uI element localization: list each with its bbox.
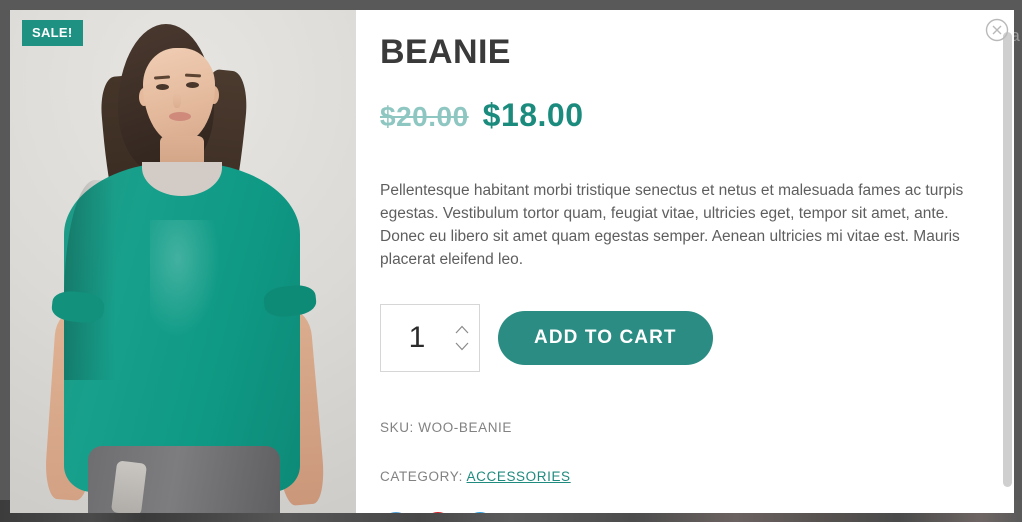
- sale-badge: SALE!: [22, 20, 83, 46]
- close-icon[interactable]: [985, 18, 1009, 42]
- quantity-stepper[interactable]: [380, 304, 480, 373]
- pinterest-icon[interactable]: [422, 512, 454, 513]
- add-to-cart-button[interactable]: ADD TO CART: [498, 311, 713, 366]
- quantity-input[interactable]: [381, 305, 453, 372]
- original-price: $20.00: [380, 101, 469, 133]
- product-image: [10, 10, 356, 513]
- category-label: CATEGORY:: [380, 469, 463, 485]
- modal-scrollbar-thumb[interactable]: [1003, 32, 1012, 487]
- sku-text: SKU: WOO-BEANIE: [380, 420, 513, 436]
- modal-scrollbar[interactable]: [1000, 10, 1014, 513]
- sale-price: $18.00: [482, 97, 584, 134]
- email-icon[interactable]: [464, 512, 496, 513]
- page-title: BEANIE: [380, 33, 511, 71]
- category-row: CATEGORY: ACCESSORIES: [380, 469, 976, 484]
- chevron-up-icon[interactable]: [455, 325, 469, 334]
- product-gallery[interactable]: SALE!: [10, 10, 356, 513]
- twitter-icon[interactable]: [380, 512, 412, 513]
- quantity-spinner[interactable]: [455, 325, 469, 351]
- product-quick-view-modal: SALE! BEANIE $20.00 $18.00 Pellentesque …: [10, 10, 1014, 513]
- share-row: [380, 512, 976, 513]
- backdrop-top-strip: [0, 0, 1022, 10]
- chevron-down-icon[interactable]: [455, 342, 469, 351]
- category-link[interactable]: ACCESSORIES: [467, 469, 571, 484]
- cart-row: ADD TO CART: [380, 304, 976, 373]
- product-description: Pellentesque habitant morbi tristique se…: [380, 182, 964, 269]
- price-row: $20.00 $18.00: [380, 97, 976, 134]
- product-summary: BEANIE $20.00 $18.00 Pellentesque habita…: [356, 10, 1014, 513]
